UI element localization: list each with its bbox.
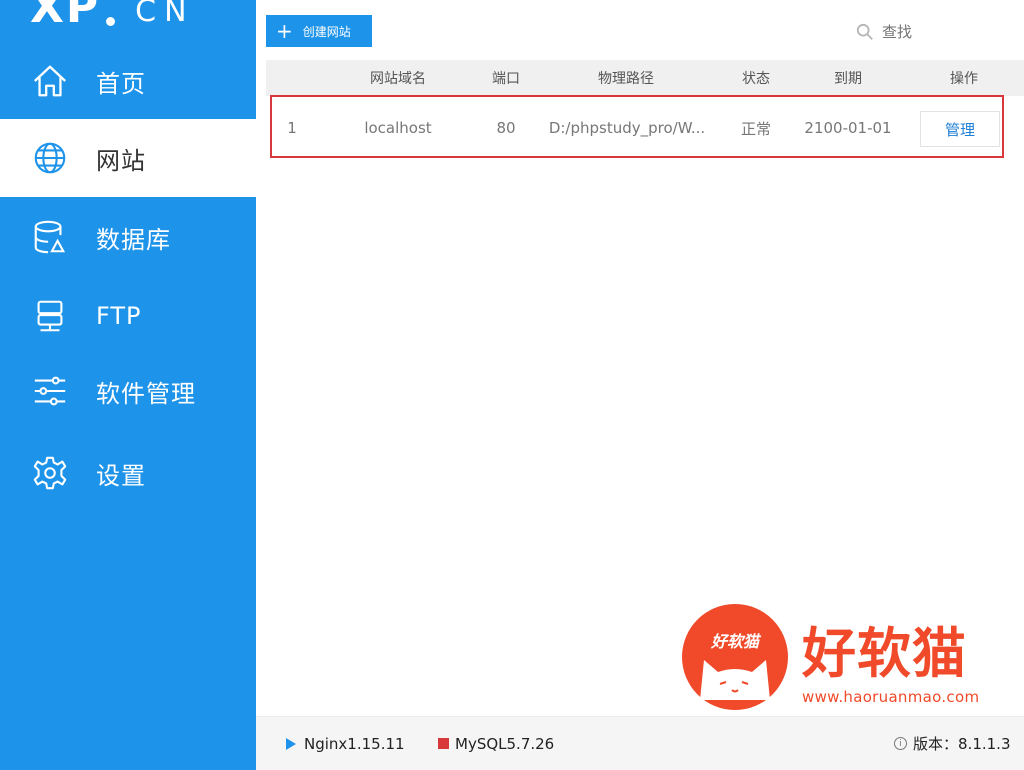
mysql-status[interactable]: MySQL5.7.26 bbox=[438, 717, 554, 770]
create-website-button[interactable]: + 创建网站 bbox=[266, 15, 372, 47]
nginx-version: Nginx1.15.11 bbox=[304, 734, 405, 753]
watermark-cat-logo: 好软猫 bbox=[682, 604, 788, 710]
sliders-icon bbox=[30, 371, 70, 411]
database-icon bbox=[30, 217, 70, 257]
watermark-url: www.haoruanmao.com bbox=[802, 688, 980, 706]
watermark: 好软猫 好软猫 www.haoruanmao.com bbox=[682, 602, 1002, 712]
search-input[interactable] bbox=[882, 23, 1002, 41]
stopped-square-icon bbox=[438, 738, 449, 749]
search-box[interactable] bbox=[764, 16, 1024, 48]
sidebar-item-label: 设置 bbox=[96, 461, 146, 490]
mysql-version: MySQL5.7.26 bbox=[455, 734, 555, 753]
row-status: 正常 bbox=[740, 119, 771, 138]
plus-icon: + bbox=[276, 19, 293, 43]
watermark-big-text: 好软猫 bbox=[802, 622, 967, 685]
row-expiry: 2100-01-01 bbox=[804, 119, 892, 137]
nginx-status[interactable]: Nginx1.15.11 bbox=[286, 717, 405, 770]
app-logo: XP CN bbox=[30, 0, 195, 30]
column-header-path: 物理路径 bbox=[598, 71, 654, 87]
sidebar-item-label: 数据库 bbox=[96, 225, 171, 254]
running-triangle-icon bbox=[286, 737, 296, 750]
gear-icon bbox=[30, 453, 70, 493]
search-icon bbox=[856, 23, 873, 40]
column-header-action: 操作 bbox=[950, 71, 978, 87]
table-header: 网站域名 端口 物理路径 状态 到期 操作 bbox=[266, 60, 1024, 96]
column-header-expiry: 到期 bbox=[834, 71, 862, 87]
create-website-label: 创建网站 bbox=[302, 24, 351, 39]
sidebar-item-label: 首页 bbox=[96, 69, 146, 98]
logo-suffix-text: CN bbox=[135, 0, 195, 29]
logo-main-text: XP bbox=[30, 0, 101, 33]
version-label: 版本： bbox=[913, 735, 959, 753]
globe-icon bbox=[30, 138, 70, 178]
sidebar-item-label: 网站 bbox=[96, 146, 146, 175]
info-icon: i bbox=[894, 737, 907, 750]
watermark-circle-text: 好软猫 bbox=[710, 632, 759, 651]
sidebar-item-home[interactable]: 首页 bbox=[0, 42, 256, 120]
status-bar: Nginx1.15.11 MySQL5.7.26 i 版本： 8.1.1.3 bbox=[256, 716, 1024, 770]
column-header-status: 状态 bbox=[742, 71, 770, 87]
sidebar-item-settings[interactable]: 设置 bbox=[0, 434, 256, 512]
sidebar-item-database[interactable]: 数据库 bbox=[0, 198, 256, 276]
sidebar-item-websites[interactable]: 网站 bbox=[0, 119, 256, 197]
sidebar-item-software[interactable]: 软件管理 bbox=[0, 352, 256, 430]
logo-dot bbox=[106, 17, 116, 26]
row-port: 80 bbox=[496, 119, 516, 137]
sidebar-item-label: 软件管理 bbox=[96, 379, 196, 408]
row-index: 1 bbox=[287, 119, 297, 137]
home-icon bbox=[30, 61, 70, 101]
version-info: i 版本： 8.1.1.3 bbox=[894, 717, 1011, 770]
sidebar-item-label: FTP bbox=[96, 302, 142, 330]
column-header-port: 端口 bbox=[492, 71, 520, 87]
column-header-domain: 网站域名 bbox=[370, 71, 426, 87]
sidebar: XP CN 首页 网站 数据库 FTP 软件管理 设置 bbox=[0, 0, 256, 770]
cat-icon bbox=[700, 660, 770, 700]
sidebar-item-ftp[interactable]: FTP bbox=[0, 277, 256, 355]
row-domain: localhost bbox=[364, 119, 432, 137]
table-row[interactable]: 1 localhost 80 D:/phpstudy_pro/W... 正常 2… bbox=[266, 96, 1024, 160]
version-number: 8.1.1.3 bbox=[958, 734, 1011, 753]
row-path: D:/phpstudy_pro/W... bbox=[548, 119, 706, 137]
ftp-server-icon bbox=[30, 296, 70, 336]
manage-button[interactable]: 管理 bbox=[920, 111, 1000, 147]
